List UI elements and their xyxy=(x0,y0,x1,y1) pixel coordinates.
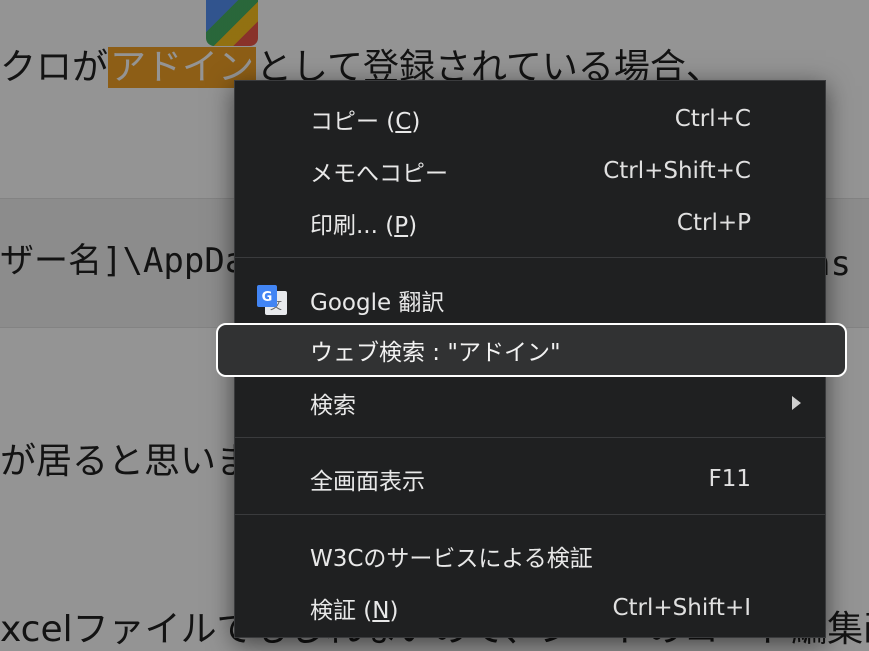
menu-item-label: W3Cのサービスによる検証 xyxy=(310,546,593,572)
menu-item-label: ウェブ検索 : "アドイン" xyxy=(310,340,561,366)
svg-text:G: G xyxy=(262,290,273,305)
menu-item-label: メモへコピー xyxy=(310,161,448,187)
menu-separator xyxy=(235,514,825,515)
menu-shortcut: Ctrl+C xyxy=(674,106,751,132)
menu-shortcut: F11 xyxy=(708,466,752,492)
menu-shortcut: Ctrl+Shift+C xyxy=(603,158,751,184)
menu-item-inspect[interactable]: 検証 (N) Ctrl+Shift+I xyxy=(235,582,825,634)
menu-separator xyxy=(235,437,825,438)
menu-item-label: コピー (C) xyxy=(310,109,421,135)
menu-item-fullscreen[interactable]: 全画面表示 F11 xyxy=(235,453,825,505)
menu-shortcut: Ctrl+Shift+I xyxy=(612,595,751,621)
menu-item-label: 全画面表示 xyxy=(310,469,425,495)
menu-item-w3c-validate[interactable]: W3Cのサービスによる検証 xyxy=(235,530,825,582)
menu-item-label: Google 翻訳 xyxy=(310,290,445,316)
menu-item-print[interactable]: 印刷... (P) Ctrl+P xyxy=(235,197,825,249)
menu-item-label: 検索 xyxy=(310,393,356,419)
menu-item-web-search[interactable]: ウェブ検索 : "アドイン" xyxy=(216,323,847,377)
chevron-right-icon xyxy=(792,396,801,410)
menu-item-google-translate[interactable]: 文 G Google 翻訳 xyxy=(235,274,825,326)
menu-item-label: 印刷... (P) xyxy=(310,213,418,239)
menu-separator xyxy=(235,257,825,258)
menu-item-search[interactable]: 検索 xyxy=(235,377,825,429)
menu-item-label: 検証 (N) xyxy=(310,598,399,624)
google-translate-icon: 文 G xyxy=(257,285,287,315)
menu-shortcut: Ctrl+P xyxy=(676,210,751,236)
menu-item-copy-to-notes[interactable]: メモへコピー Ctrl+Shift+C xyxy=(235,145,825,197)
menu-item-copy[interactable]: コピー (C) Ctrl+C xyxy=(235,93,825,145)
